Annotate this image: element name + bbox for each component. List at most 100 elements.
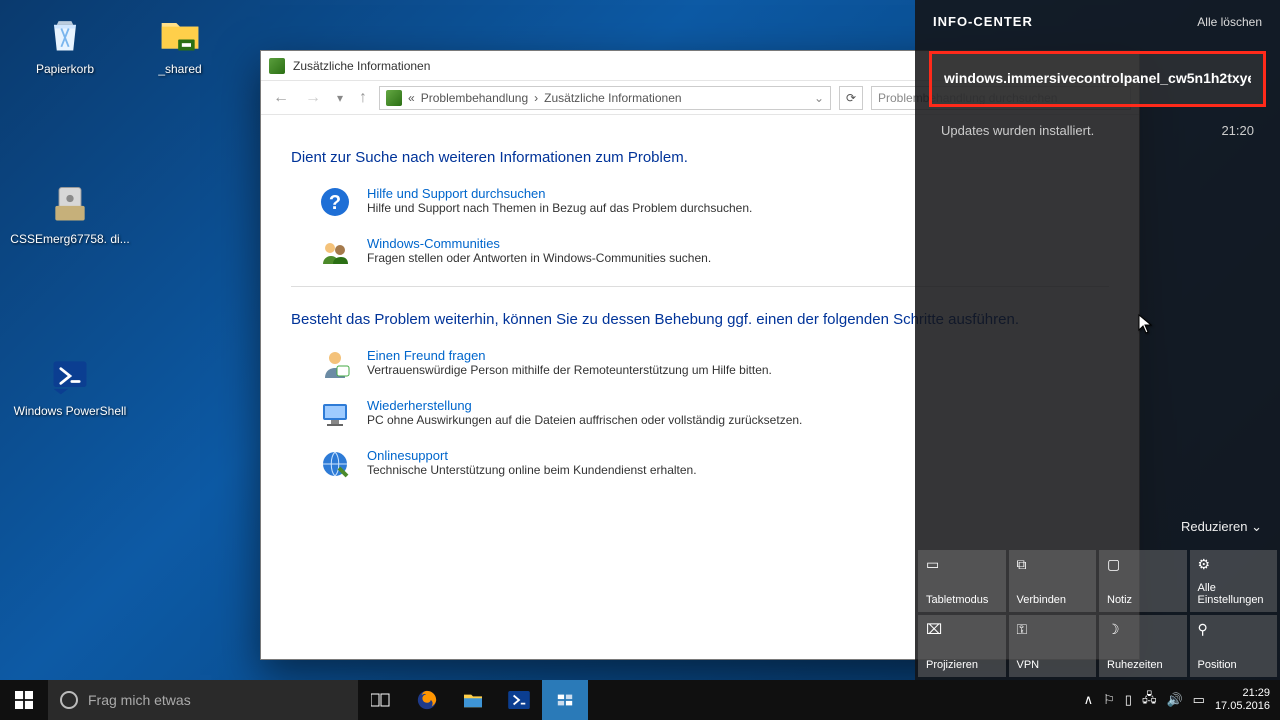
tile-label: Ruhezeiten (1107, 659, 1179, 671)
quick-action-note[interactable]: ▢ Notiz (1099, 550, 1187, 612)
reduce-label: Reduzieren (1181, 519, 1248, 534)
help-desc: Hilfe und Support nach Themen in Bezug a… (367, 201, 752, 215)
taskbar-firefox[interactable] (404, 680, 450, 720)
taskbar-control-panel[interactable] (542, 680, 588, 720)
moon-icon: ☽ (1107, 621, 1179, 638)
window-title: Zusätzliche Informationen (293, 59, 430, 73)
search-box[interactable]: Frag mich etwas (48, 680, 358, 720)
reduce-button[interactable]: Reduzieren ⌄ (1181, 519, 1262, 535)
action-center-title: INFO-CENTER (933, 14, 1033, 29)
tile-label: Tabletmodus (926, 594, 998, 606)
desktop-icon-recycle-bin[interactable]: Papierkorb (20, 10, 110, 76)
help-desc: Vertrauenswürdige Person mithilfe der Re… (367, 363, 772, 377)
quick-action-settings[interactable]: ⚙ Alle Einstellungen (1190, 550, 1278, 612)
tile-label: Verbinden (1017, 594, 1089, 606)
tile-label: Projizieren (926, 659, 998, 671)
tray-time: 21:29 (1215, 687, 1270, 700)
help-search-icon: ? (319, 186, 351, 218)
location-icon: ⚲ (1198, 621, 1270, 638)
desktop-icon-label: Windows PowerShell (10, 404, 130, 418)
help-link[interactable]: Einen Freund fragen (367, 348, 772, 363)
friend-icon (319, 348, 351, 380)
tablet-icon: ▭ (926, 556, 998, 573)
nav-up-icon[interactable]: ↑ (355, 89, 371, 107)
notification-time: 21:20 (1221, 123, 1254, 138)
communities-icon (319, 236, 351, 268)
desktop-icon-label: Papierkorb (20, 62, 110, 76)
tray-battery-icon[interactable]: ▯ (1125, 692, 1132, 708)
taskbar-explorer[interactable] (450, 680, 496, 720)
note-icon: ▢ (1107, 556, 1179, 573)
tray-action-center-icon[interactable]: ▭ (1193, 692, 1205, 708)
quick-action-quiet[interactable]: ☽ Ruhezeiten (1099, 615, 1187, 677)
nav-back-icon[interactable]: ← (269, 89, 293, 107)
chevron-right-icon: › (534, 91, 538, 105)
vpn-icon: ⚿ (1017, 621, 1089, 638)
desktop-icon-label: CSSEmerg67758. di... (10, 232, 130, 246)
breadcrumb[interactable]: « Problembehandlung › Zusätzliche Inform… (379, 86, 831, 110)
folder-icon (156, 10, 204, 58)
quick-action-location[interactable]: ⚲ Position (1190, 615, 1278, 677)
powershell-icon (46, 352, 94, 400)
help-desc: PC ohne Auswirkungen auf die Dateien auf… (367, 413, 802, 427)
windows-logo-icon (15, 691, 33, 709)
breadcrumb-part[interactable]: Zusätzliche Informationen (544, 91, 681, 105)
start-button[interactable] (0, 680, 48, 720)
chevron-down-icon[interactable]: ⌄ (814, 91, 824, 105)
quick-action-tabletmode[interactable]: ▭ Tabletmodus (918, 550, 1006, 612)
tray-flag-icon[interactable]: ⚐ (1103, 692, 1115, 708)
desktop-icon-shared[interactable]: _shared (135, 10, 225, 76)
tile-label: Alle Einstellungen (1198, 582, 1270, 606)
tray-overflow-icon[interactable]: ∧ (1084, 692, 1094, 708)
help-link[interactable]: Hilfe und Support durchsuchen (367, 186, 752, 201)
svg-text:?: ? (329, 192, 341, 214)
help-desc: Technische Unterstützung online beim Kun… (367, 463, 697, 477)
notification-highlighted[interactable]: windows.immersivecontrolpanel_cw5n1h2txy… (929, 51, 1266, 107)
connect-icon: ⧉ (1017, 556, 1089, 573)
control-panel-icon (269, 58, 285, 74)
chevron-down-icon: ⌄ (1251, 519, 1262, 534)
tray-clock[interactable]: 21:29 17.05.2016 (1215, 687, 1270, 713)
taskbar: Frag mich etwas ∧ ⚐ ▯ 🖧 🔊 ▭ 21:29 17.05.… (0, 680, 1280, 720)
recycle-bin-icon (41, 10, 89, 58)
notification-app-name: windows.immersivecontrolpanel_cw5n1h2txy… (944, 70, 1251, 86)
quick-actions: ▭ Tabletmodus ⧉ Verbinden ▢ Notiz ⚙ Alle Ein… (915, 547, 1280, 680)
notification-item[interactable]: Updates wurden installiert. 21:20 (929, 113, 1266, 148)
installer-icon (46, 180, 94, 228)
refresh-button[interactable]: ⟳ (839, 86, 863, 110)
breadcrumb-part[interactable]: Problembehandlung (421, 91, 528, 105)
recovery-icon (319, 398, 351, 430)
help-desc: Fragen stellen oder Antworten in Windows… (367, 251, 711, 265)
desktop: Papierkorb _shared CSSEmerg67758. di... … (0, 0, 1280, 720)
desktop-icon-cssemerg[interactable]: CSSEmerg67758. di... (10, 180, 130, 246)
quick-action-vpn[interactable]: ⚿ VPN (1009, 615, 1097, 677)
notification-text: Updates wurden installiert. (941, 123, 1094, 138)
search-placeholder: Frag mich etwas (88, 692, 191, 708)
help-link[interactable]: Wiederherstellung (367, 398, 802, 413)
tray-network-icon[interactable]: 🖧 (1142, 689, 1157, 711)
help-link[interactable]: Windows-Communities (367, 236, 711, 251)
nav-recent-icon[interactable]: ▾ (333, 91, 347, 105)
taskbar-powershell[interactable] (496, 680, 542, 720)
help-link[interactable]: Onlinesupport (367, 448, 697, 463)
cortana-icon (60, 691, 78, 709)
nav-forward-icon: → (301, 89, 325, 107)
tray-volume-icon[interactable]: 🔊 (1166, 692, 1182, 708)
task-view-button[interactable] (358, 680, 404, 720)
desktop-icon-powershell[interactable]: Windows PowerShell (10, 352, 130, 418)
gear-icon: ⚙ (1198, 556, 1270, 573)
tile-label: Position (1198, 659, 1270, 671)
tile-label: Notiz (1107, 594, 1179, 606)
quick-action-project[interactable]: ⌧ Projizieren (918, 615, 1006, 677)
clear-all-button[interactable]: Alle löschen (1197, 15, 1262, 29)
breadcrumb-prefix: « (408, 91, 415, 105)
onlinesupport-icon (319, 448, 351, 480)
desktop-icon-label: _shared (135, 62, 225, 76)
action-center-header: INFO-CENTER Alle löschen (915, 0, 1280, 43)
tray-date: 17.05.2016 (1215, 700, 1270, 713)
control-panel-small-icon (386, 90, 402, 106)
quick-action-connect[interactable]: ⧉ Verbinden (1009, 550, 1097, 612)
project-icon: ⌧ (926, 621, 998, 638)
tile-label: VPN (1017, 659, 1089, 671)
system-tray: ∧ ⚐ ▯ 🖧 🔊 ▭ 21:29 17.05.2016 (1074, 687, 1280, 713)
